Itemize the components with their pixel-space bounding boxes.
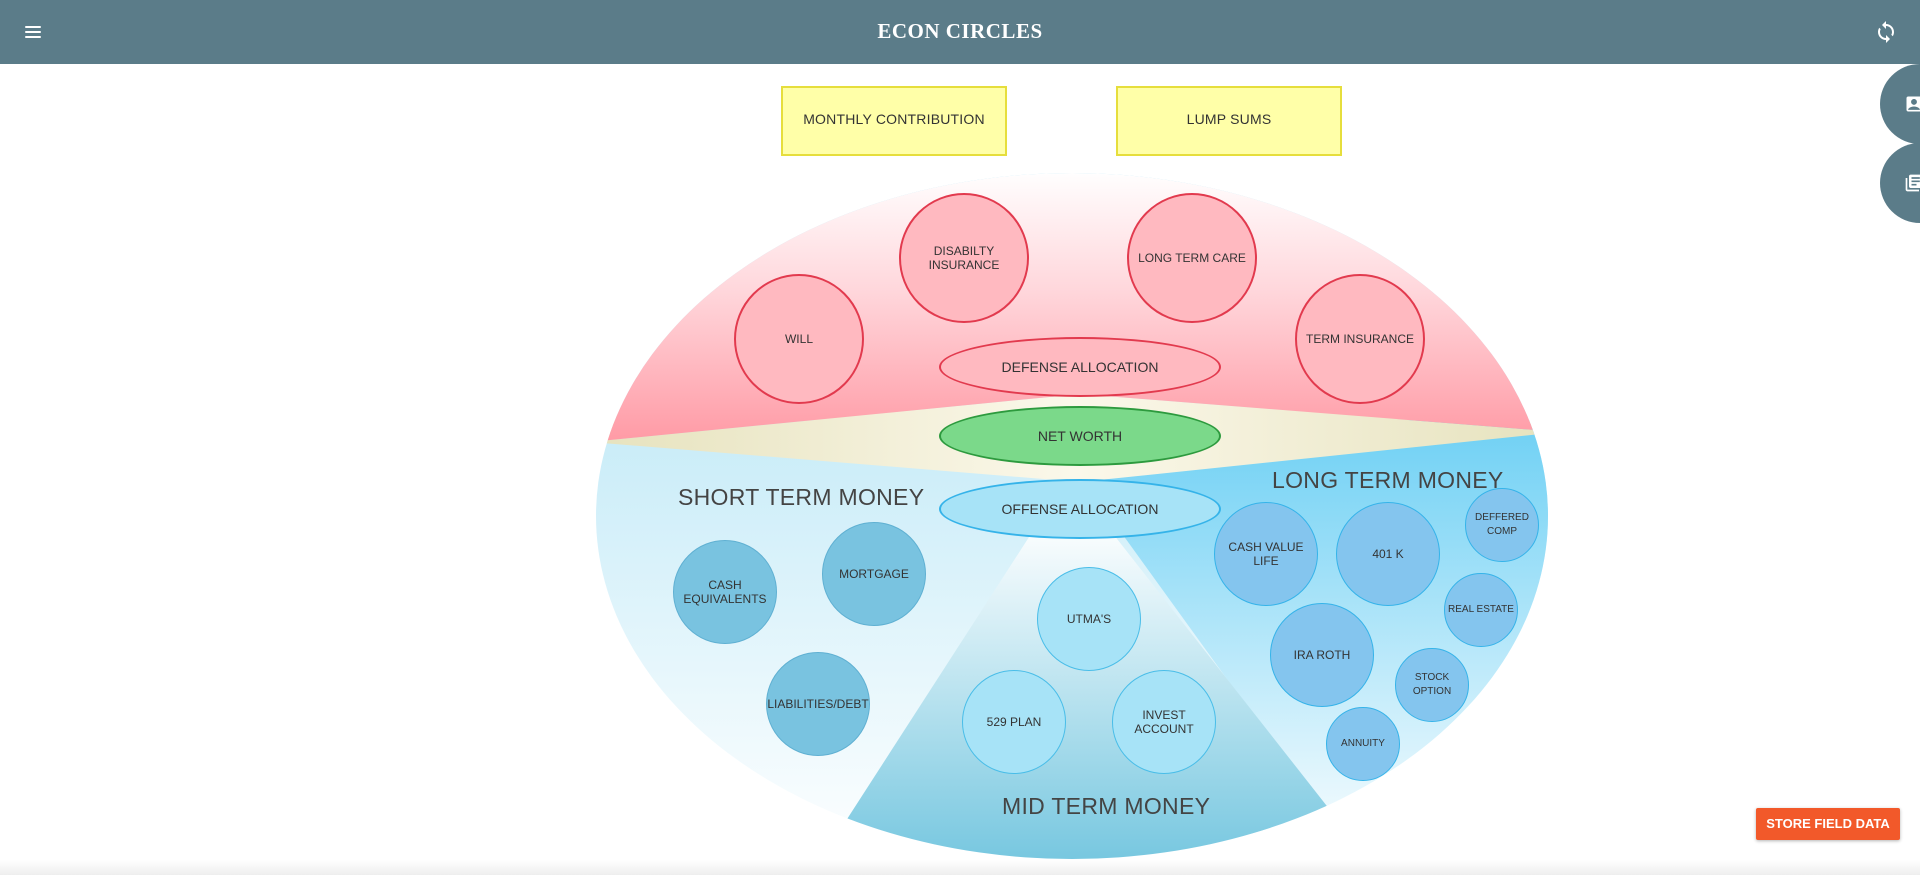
disability-insurance-circle[interactable]: DISABILTY INSURANCE: [899, 193, 1029, 323]
bottom-bar: [0, 860, 1920, 875]
cash-equivalents-circle[interactable]: CASH EQUIVALENTS: [673, 540, 777, 644]
utmas-circle[interactable]: UTMA'S: [1037, 567, 1141, 671]
defense-allocation-pill[interactable]: DEFENSE ALLOCATION: [939, 337, 1221, 397]
401k-circle[interactable]: 401 K: [1336, 502, 1440, 606]
offense-allocation-pill[interactable]: OFFENSE ALLOCATION: [939, 479, 1221, 539]
cash-value-life-circle[interactable]: CASH VALUE LIFE: [1214, 502, 1318, 606]
real-estate-circle[interactable]: REAL ESTATE: [1444, 573, 1518, 647]
store-field-data-button[interactable]: STORE FIELD DATA: [1756, 808, 1900, 840]
mortgage-circle[interactable]: MORTGAGE: [822, 522, 926, 626]
term-insurance-circle[interactable]: TERM INSURANCE: [1295, 274, 1425, 404]
net-worth-pill[interactable]: NET WORTH: [939, 406, 1221, 466]
529-plan-circle[interactable]: 529 PLAN: [962, 670, 1066, 774]
long-term-title: LONG TERM MONEY: [1272, 467, 1504, 493]
will-circle[interactable]: WILL: [734, 274, 864, 404]
long-term-care-circle[interactable]: LONG TERM CARE: [1127, 193, 1257, 323]
stock-option-circle[interactable]: STOCK OPTION: [1395, 648, 1469, 722]
ira-roth-circle[interactable]: IRA ROTH: [1270, 603, 1374, 707]
deffered-comp-circle[interactable]: DEFFERED COMP: [1465, 488, 1539, 562]
liabilities-debt-circle[interactable]: LIABILITIES/DEBT: [766, 652, 870, 756]
short-term-title: SHORT TERM MONEY: [678, 484, 925, 510]
annuity-circle[interactable]: ANNUITY: [1326, 707, 1400, 781]
invest-account-circle[interactable]: INVEST ACCOUNT: [1112, 670, 1216, 774]
mid-term-title: MID TERM MONEY: [1002, 793, 1211, 819]
